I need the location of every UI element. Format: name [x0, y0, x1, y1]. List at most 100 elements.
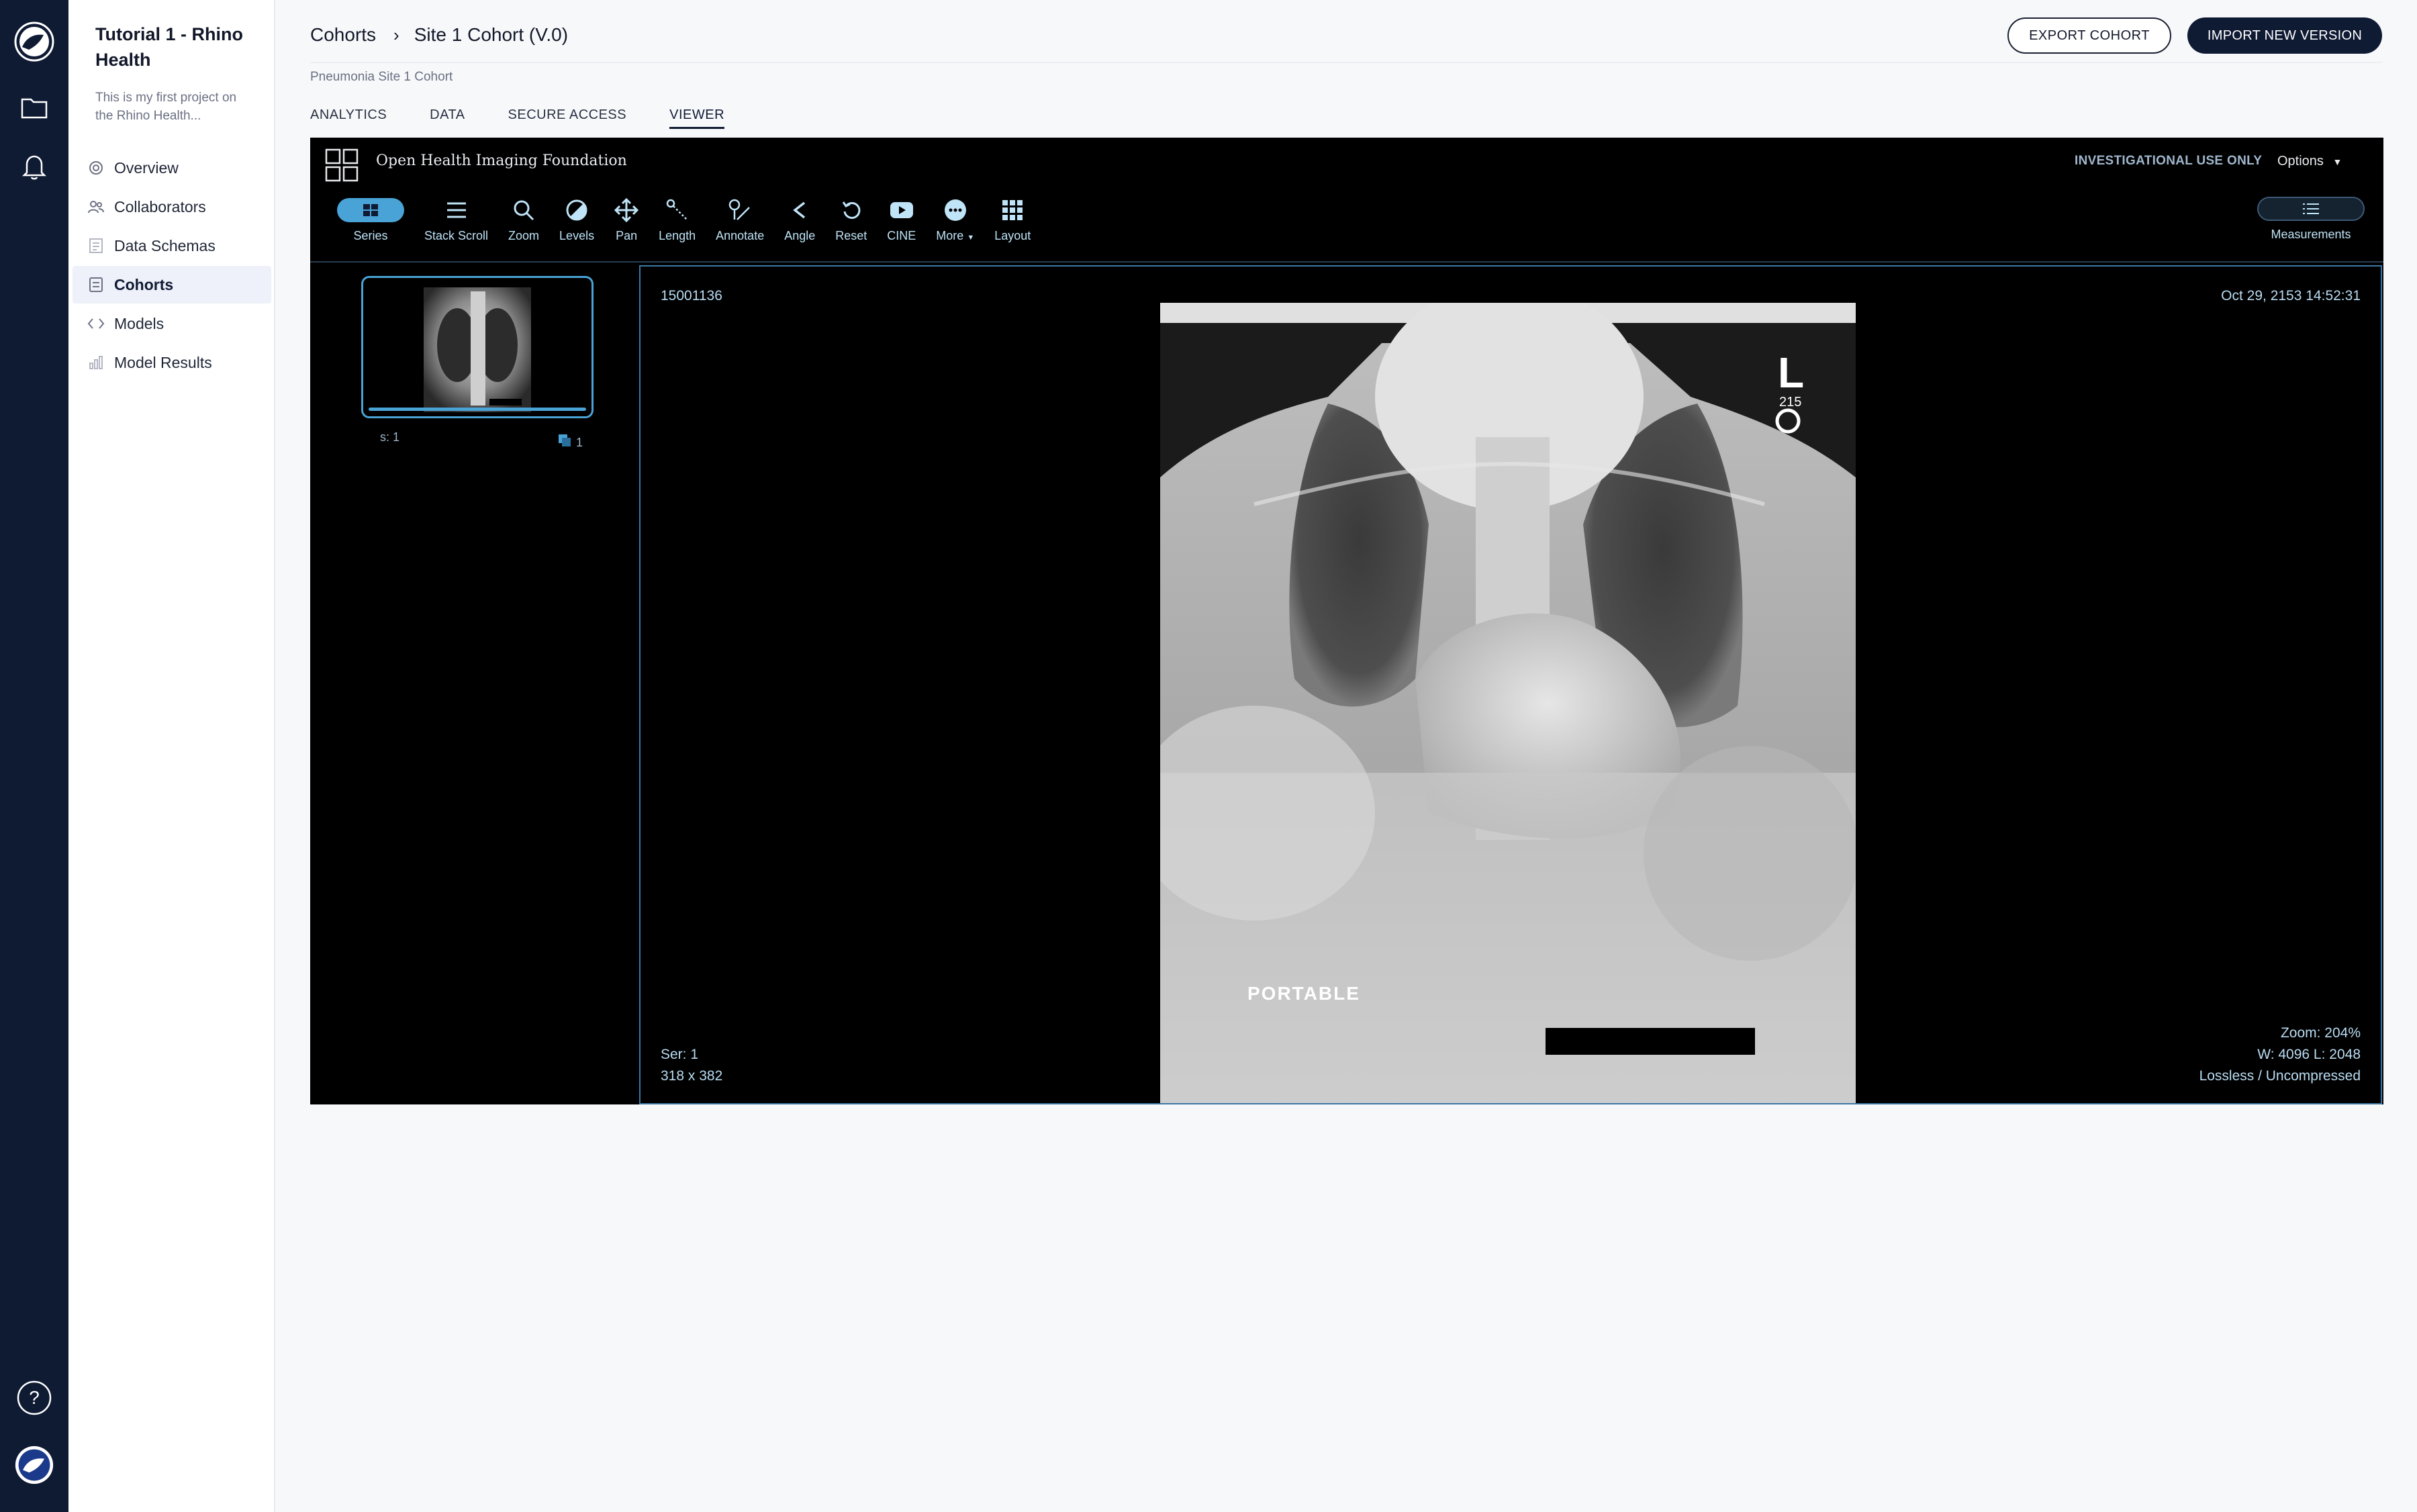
- nav-label: Collaborators: [114, 197, 206, 216]
- tool-label: Stack Scroll: [424, 229, 489, 242]
- tool-series[interactable]: Series: [337, 195, 404, 243]
- export-cohort-button[interactable]: EXPORT COHORT: [2007, 17, 2171, 54]
- length-icon: [665, 195, 690, 225]
- overlay-bottom-left: Ser: 1 318 x 382: [661, 1044, 722, 1087]
- tool-label: Layout: [994, 229, 1031, 242]
- tool-angle[interactable]: Angle: [784, 195, 815, 243]
- nav-label: Models: [114, 314, 164, 332]
- overlay-patient-id: 15001136: [661, 288, 722, 303]
- tool-label: Annotate: [716, 229, 765, 242]
- project-description: This is my first project on the Rhino He…: [95, 91, 237, 123]
- breadcrumb-cohorts-link[interactable]: Cohorts: [310, 24, 376, 46]
- thumbnail-progress: [369, 408, 586, 411]
- tab-data[interactable]: DATA: [430, 107, 465, 129]
- grid-icon: [337, 198, 404, 222]
- help-icon[interactable]: ?: [14, 1378, 54, 1418]
- nav-label: Overview: [114, 158, 179, 177]
- nav-item-data-schemas[interactable]: Data Schemas: [73, 227, 271, 265]
- tool-stack-scroll[interactable]: Stack Scroll: [424, 195, 488, 243]
- header-divider: [310, 62, 2382, 63]
- tool-label: Reset: [835, 229, 867, 242]
- nav-item-collaborators[interactable]: Collaborators: [73, 188, 271, 226]
- tool-label: More: [936, 229, 964, 242]
- caret-down-icon: ▼: [967, 234, 975, 242]
- breadcrumb-current: Site 1 Cohort (V.0): [414, 24, 569, 45]
- stack-scroll-icon: [446, 195, 467, 225]
- data-schemas-icon: [87, 237, 105, 254]
- tab-viewer[interactable]: VIEWER: [669, 107, 725, 129]
- xray-thumbnail-image: [424, 287, 531, 412]
- more-icon: [944, 195, 967, 225]
- tool-label: Levels: [559, 229, 595, 242]
- tool-annotate[interactable]: Annotate: [716, 195, 764, 243]
- tool-label: Length: [659, 229, 696, 242]
- bell-icon[interactable]: [14, 146, 54, 187]
- tool-label: CINE: [887, 229, 916, 242]
- viewer-title: Open Health Imaging Foundation: [376, 152, 627, 169]
- annotate-icon: [728, 195, 752, 225]
- tool-reset[interactable]: Reset: [835, 195, 867, 243]
- overlay-zoom: Zoom: 204%: [2280, 1025, 2361, 1041]
- nav-item-models[interactable]: Models: [73, 305, 271, 342]
- image-side-marker-number: 215: [1779, 395, 1801, 410]
- app-rail: ?: [0, 0, 68, 1512]
- tool-levels[interactable]: Levels: [559, 195, 594, 243]
- pan-icon: [614, 195, 639, 225]
- series-thumbnail[interactable]: [361, 276, 594, 418]
- folder-icon[interactable]: [14, 87, 54, 128]
- tool-buttons: Series Stack Scroll Zoom Levels Pan Leng…: [337, 195, 1051, 243]
- cohorts-icon: [87, 276, 105, 293]
- thumbnail-series-label: s: 1: [380, 430, 400, 444]
- breadcrumb: Cohorts › Site 1 Cohort (V.0): [310, 21, 568, 48]
- overlay-bottom-right: Zoom: 204% W: 4096 L: 2048 Lossless / Un…: [2199, 1023, 2361, 1087]
- zoom-icon: [512, 195, 535, 225]
- nav-item-overview[interactable]: Overview: [73, 149, 271, 187]
- import-new-version-button[interactable]: IMPORT NEW VERSION: [2187, 17, 2382, 54]
- tool-label: Pan: [616, 229, 638, 242]
- options-menu[interactable]: Options ▼: [2277, 154, 2342, 169]
- nav-item-cohorts[interactable]: Cohorts: [73, 266, 271, 303]
- measurements-label: Measurements: [2271, 228, 2351, 241]
- investigational-notice: INVESTIGATIONAL USE ONLY: [2075, 154, 2263, 168]
- tool-layout[interactable]: Layout: [994, 195, 1031, 243]
- svg-text:?: ?: [29, 1387, 40, 1408]
- series-panel: s: 1 1: [310, 264, 639, 1104]
- nav-item-model-results[interactable]: Model Results: [73, 344, 271, 381]
- page-subtitle: Pneumonia Site 1 Cohort: [310, 70, 453, 84]
- nav-label: Data Schemas: [114, 236, 216, 254]
- code-icon: [87, 315, 105, 332]
- caret-down-icon: ▼: [2332, 156, 2342, 167]
- tab-analytics[interactable]: ANALYTICS: [310, 107, 387, 129]
- project-sidebar: Tutorial 1 - Rhino Health This is my fir…: [68, 0, 275, 1512]
- rhino-logo-icon[interactable]: [14, 21, 54, 62]
- viewer-toolbar: Open Health Imaging Foundation INVESTIGA…: [310, 138, 2383, 263]
- tool-more[interactable]: More ▼: [936, 195, 974, 243]
- overlay-datetime: Oct 29, 2153 14:52:31: [2221, 288, 2361, 303]
- cohort-tabs: ANALYTICS DATA SECURE ACCESS VIEWER: [310, 107, 767, 129]
- angle-icon: [791, 195, 808, 225]
- tab-secure-access[interactable]: SECURE ACCESS: [508, 107, 627, 129]
- tool-zoom[interactable]: Zoom: [508, 195, 539, 243]
- tool-length[interactable]: Length: [659, 195, 696, 243]
- list-icon: [2257, 197, 2365, 221]
- tool-pan[interactable]: Pan: [614, 195, 639, 243]
- overview-icon: [87, 159, 105, 177]
- viewport[interactable]: L 215 PORTABLE 15001136 Oct 29, 2153 14:…: [639, 265, 2382, 1104]
- cine-icon: [890, 195, 914, 225]
- tool-label: Angle: [784, 229, 816, 242]
- tool-cine[interactable]: CINE: [887, 195, 916, 243]
- options-label: Options: [2277, 154, 2324, 169]
- layout-grid-icon: [1002, 195, 1023, 225]
- overlay-compression: Lossless / Uncompressed: [2199, 1068, 2361, 1084]
- measurements-toggle[interactable]: Measurements: [2257, 197, 2365, 242]
- project-title: Tutorial 1 - Rhino Health: [95, 24, 243, 70]
- user-avatar-icon[interactable]: [14, 1445, 54, 1485]
- nav-label: Model Results: [114, 353, 212, 371]
- redaction-box: [1546, 1028, 1755, 1055]
- nav-label: Cohorts: [114, 275, 174, 293]
- bar-chart-icon: [87, 354, 105, 371]
- chest-xray-image: L 215 PORTABLE: [1160, 303, 1856, 1103]
- overlay-window-level: W: 4096 L: 2048: [2257, 1047, 2361, 1062]
- overlay-dimensions: 318 x 382: [661, 1068, 723, 1084]
- thumbnail-count: 1: [557, 430, 583, 450]
